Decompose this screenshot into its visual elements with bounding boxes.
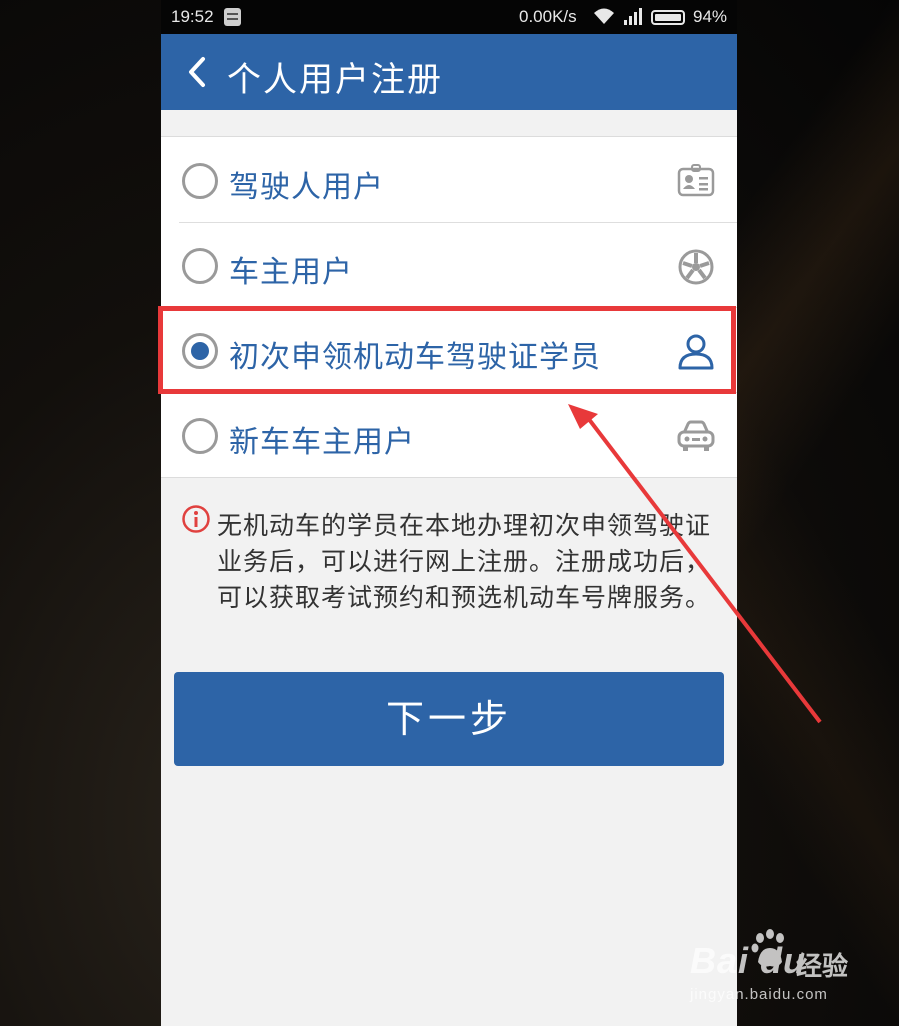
status-bar: 19:52 0.00K/s 94% xyxy=(161,0,737,34)
phone-screen: 19:52 0.00K/s 94% 个人用户注册 驾驶人用户 车主用户 初次申领… xyxy=(161,0,737,1026)
wifi-icon xyxy=(593,6,615,31)
page-title: 个人用户注册 xyxy=(227,60,443,100)
next-step-button[interactable]: 下一步 xyxy=(174,672,724,766)
user-type-list: 驾驶人用户 车主用户 初次申领机动车驾驶证学员 新车车主用户 xyxy=(161,136,737,478)
app-header: 个人用户注册 xyxy=(161,34,737,110)
option-label: 车主用户 xyxy=(229,255,353,290)
watermark-cn: 经验 xyxy=(796,952,849,982)
option-label: 初次申领机动车驾驶证学员 xyxy=(229,340,601,375)
signal-icon xyxy=(622,6,646,29)
baidu-jingyan-watermark: Bai du 经验 jingyan.baidu.com xyxy=(686,928,886,1008)
option-label: 驾驶人用户 xyxy=(229,170,384,205)
back-button[interactable] xyxy=(175,48,219,96)
option-vehicle-owner[interactable]: 车主用户 xyxy=(161,223,737,308)
car-icon xyxy=(676,417,716,455)
option-label: 新车车主用户 xyxy=(229,425,415,460)
watermark-url: jingyan.baidu.com xyxy=(690,986,828,1003)
paw-logo-icon xyxy=(748,928,792,972)
id-card-icon xyxy=(676,162,716,200)
status-time: 19:52 xyxy=(171,7,214,26)
battery-icon xyxy=(651,10,685,25)
person-icon xyxy=(676,332,716,370)
battery-level: 94% xyxy=(693,7,728,26)
radio-button[interactable] xyxy=(182,248,218,284)
wheel-icon xyxy=(676,247,716,285)
option-first-time-learner[interactable]: 初次申领机动车驾驶证学员 xyxy=(161,308,737,393)
chevron-left-icon xyxy=(189,57,205,87)
radio-button-checked[interactable] xyxy=(182,333,218,369)
notification-app-icon xyxy=(224,8,241,26)
option-driver-user[interactable]: 驾驶人用户 xyxy=(161,138,737,223)
radio-button[interactable] xyxy=(182,163,218,199)
network-speed: 0.00K/s xyxy=(519,7,577,26)
info-alert-icon xyxy=(181,504,211,534)
notice-text: 无机动车的学员在本地办理初次申领驾驶证业务后，可以进行网上注册。注册成功后，可以… xyxy=(217,511,712,612)
option-new-car-owner[interactable]: 新车车主用户 xyxy=(161,393,737,478)
radio-button[interactable] xyxy=(182,418,218,454)
